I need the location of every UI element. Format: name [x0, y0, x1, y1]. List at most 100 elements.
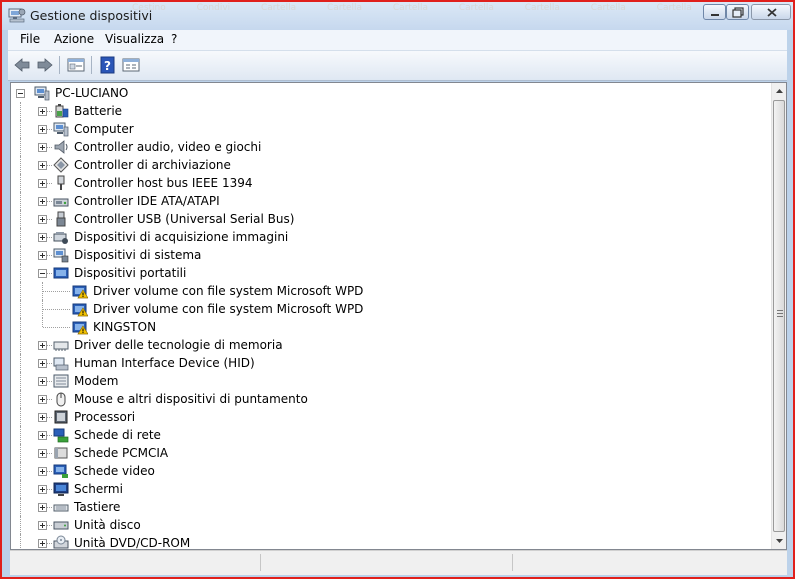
scrollbar-thumb[interactable] [773, 100, 785, 532]
expand-toggle-icon[interactable] [38, 359, 47, 368]
scroll-up-arrow-icon[interactable] [772, 84, 787, 99]
tree-item[interactable]: Schermi [11, 480, 771, 498]
expand-toggle-icon[interactable] [38, 431, 47, 440]
expand-toggle-icon[interactable] [38, 215, 47, 224]
tree-item[interactable]: Dispositivi di sistema [11, 246, 771, 264]
expand-toggle-icon[interactable] [38, 197, 47, 206]
expand-toggle-icon[interactable] [38, 467, 47, 476]
tree-connector-line [43, 291, 70, 293]
tree-connector-line [20, 516, 22, 534]
tree-connector-line [20, 174, 22, 192]
tree-item[interactable]: Schede PCMCIA [11, 444, 771, 462]
tree-connector-line [20, 264, 22, 282]
expand-toggle-icon[interactable] [38, 341, 47, 350]
tree-item[interactable]: Unità disco [11, 516, 771, 534]
tree-item-label: Schermi [74, 482, 123, 496]
tree-item-label: Dispositivi di acquisizione immagini [74, 230, 289, 244]
expand-toggle-icon[interactable] [38, 503, 47, 512]
collapse-toggle-icon[interactable] [16, 89, 25, 98]
scroll-down-arrow-icon[interactable] [772, 533, 787, 548]
warning-device-icon [72, 321, 88, 335]
device-tree-panel: PC-LUCIANO Batterie Computer Controller aud… [10, 82, 787, 550]
device-manager-window: Cestino Condivi Cartella Cartella Cartel… [0, 0, 795, 579]
tree-item[interactable]: Processori [11, 408, 771, 426]
tree-child-label: KINGSTON [93, 320, 157, 334]
background-desktop-text: Cestino Condivi Cartella Cartella Cartel… [132, 3, 692, 13]
tree-item[interactable]: Dispositivi portatili [11, 264, 771, 282]
tree-item[interactable]: Modem [11, 372, 771, 390]
tree-connector-line [20, 246, 22, 264]
tree-child-item[interactable]: Driver volume con file system Microsoft … [11, 300, 771, 318]
expand-toggle-icon[interactable] [38, 107, 47, 116]
expand-toggle-icon[interactable] [38, 125, 47, 134]
expand-toggle-icon[interactable] [38, 413, 47, 422]
expand-toggle-icon[interactable] [38, 485, 47, 494]
tree-item[interactable]: Unità DVD/CD-ROM [11, 534, 771, 549]
close-button[interactable] [751, 4, 791, 20]
vertical-scrollbar[interactable] [771, 83, 786, 549]
tree-item[interactable]: Schede di rete [11, 426, 771, 444]
tree-connector-line [20, 120, 22, 138]
forward-arrow-icon[interactable] [35, 56, 55, 74]
keyboard-icon [53, 504, 69, 512]
processor-icon [54, 410, 68, 424]
expand-toggle-icon[interactable] [38, 233, 47, 242]
collapse-toggle-icon[interactable] [38, 269, 47, 278]
expand-toggle-icon[interactable] [38, 251, 47, 260]
tree-item[interactable]: Controller IDE ATA/ATAPI [11, 192, 771, 210]
menu-help[interactable]: ? [169, 32, 179, 46]
tree-item[interactable]: Computer [11, 120, 771, 138]
scrollbar-grip [777, 316, 783, 317]
restore-button[interactable] [726, 4, 749, 20]
tree-root-item[interactable]: PC-LUCIANO [11, 84, 771, 102]
tree-item[interactable]: Tastiere [11, 498, 771, 516]
device-tree[interactable]: PC-LUCIANO Batterie Computer Controller aud… [11, 83, 771, 549]
properties-view-icon[interactable] [121, 56, 141, 74]
tree-item[interactable]: Controller USB (Universal Serial Bus) [11, 210, 771, 228]
memory-technology-icon [53, 341, 69, 351]
tree-item[interactable]: Controller host bus IEEE 1394 [11, 174, 771, 192]
tree-item[interactable]: Mouse e altri dispositivi di puntamento [11, 390, 771, 408]
tree-connector-line [20, 282, 22, 300]
tree-connector-line [20, 462, 22, 480]
speaker-icon [54, 140, 68, 154]
minimize-button[interactable] [703, 4, 726, 20]
display-adapter-icon [53, 464, 68, 478]
expand-toggle-icon[interactable] [38, 449, 47, 458]
tree-item[interactable]: Controller di archiviazione [11, 156, 771, 174]
menu-visualizza[interactable]: Visualizza [103, 32, 166, 46]
tree-item[interactable]: Controller audio, video e giochi [11, 138, 771, 156]
tree-connector-line [20, 318, 22, 336]
tree-item[interactable]: Schede video [11, 462, 771, 480]
tree-item[interactable]: Driver delle tecnologie di memoria [11, 336, 771, 354]
menu-file[interactable]: File [18, 32, 42, 46]
tree-item[interactable]: Human Interface Device (HID) [11, 354, 771, 372]
tree-item-label: Schede di rete [74, 428, 161, 442]
tree-connector-line [20, 480, 22, 498]
title-bar[interactable]: Cestino Condivi Cartella Cartella Cartel… [2, 2, 793, 30]
minimize-icon [711, 14, 719, 16]
disk-drive-icon [53, 521, 69, 530]
tree-item-label: Dispositivi portatili [74, 266, 187, 280]
tree-item[interactable]: Batterie [11, 102, 771, 120]
console-tree-icon[interactable] [66, 56, 86, 74]
expand-toggle-icon[interactable] [38, 377, 47, 386]
expand-toggle-icon[interactable] [38, 521, 47, 530]
tree-child-item[interactable]: KINGSTON [11, 318, 771, 336]
tree-item[interactable]: Dispositivi di acquisizione immagini [11, 228, 771, 246]
expand-toggle-icon[interactable] [38, 161, 47, 170]
menu-azione[interactable]: Azione [52, 32, 96, 46]
expand-toggle-icon[interactable] [38, 179, 47, 188]
tree-connector-line [43, 327, 70, 329]
help-icon[interactable]: ? [98, 56, 118, 74]
tree-child-item[interactable]: Driver volume con file system Microsoft … [11, 282, 771, 300]
tree-item-label: Processori [74, 410, 136, 424]
tree-connector-line [20, 192, 22, 210]
ide-controller-icon [53, 198, 69, 207]
back-arrow-icon[interactable] [12, 56, 32, 74]
expand-toggle-icon[interactable] [38, 395, 47, 404]
tree-connector-line [20, 138, 22, 156]
expand-toggle-icon[interactable] [38, 143, 47, 152]
expand-toggle-icon[interactable] [38, 539, 47, 548]
tree-child-label: Driver volume con file system Microsoft … [93, 302, 364, 316]
